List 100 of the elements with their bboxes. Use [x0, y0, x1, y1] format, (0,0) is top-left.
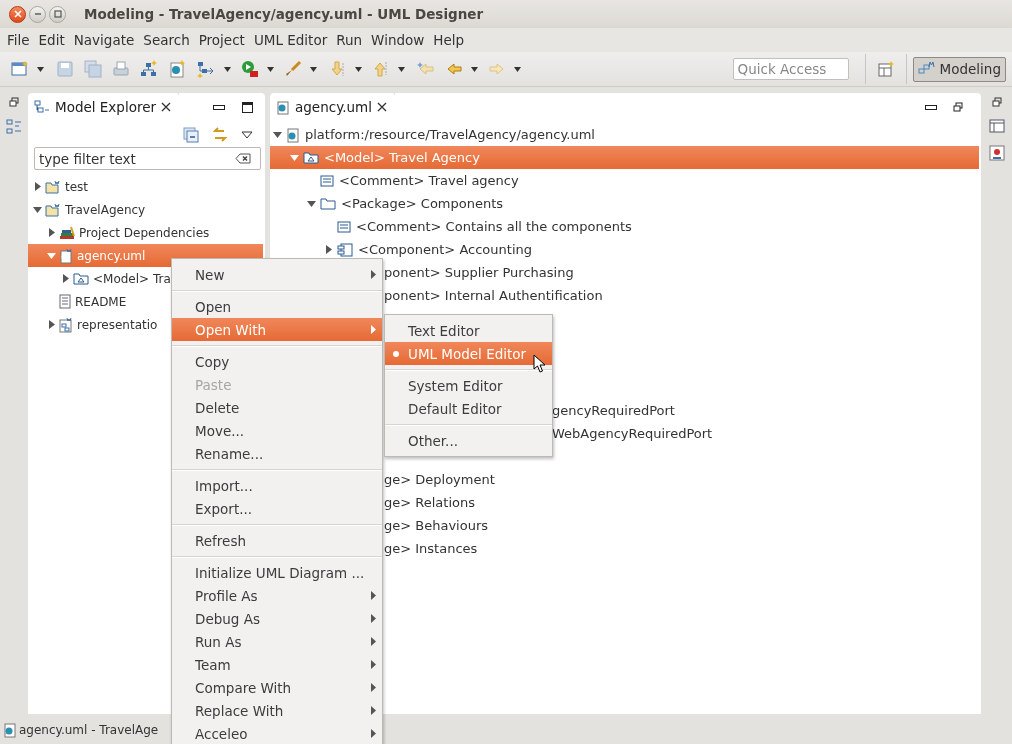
- tree-item[interactable]: test: [28, 175, 263, 198]
- caret-icon[interactable]: [514, 66, 521, 72]
- menu-item[interactable]: Replace With: [172, 699, 382, 722]
- filter-field[interactable]: type filter text: [34, 147, 261, 170]
- expanded-icon[interactable]: [33, 205, 42, 214]
- minimize-icon[interactable]: [925, 104, 937, 110]
- expanded-icon[interactable]: [273, 130, 282, 139]
- tree-item[interactable]: <Package> Components: [270, 192, 979, 215]
- restore-icon[interactable]: [991, 97, 1002, 107]
- close-icon: [12, 9, 23, 19]
- menu-item[interactable]: Run As: [172, 630, 382, 653]
- editor-tab[interactable]: agency.uml: [270, 93, 395, 121]
- menu-item[interactable]: Import...: [172, 474, 382, 497]
- expanded-icon[interactable]: [307, 199, 316, 208]
- model-icon: [73, 272, 89, 285]
- collapse-all-icon[interactable]: [183, 127, 199, 143]
- model-icon: [303, 151, 319, 164]
- collapsed-icon[interactable]: [61, 274, 70, 283]
- run-icon[interactable]: [241, 60, 259, 78]
- tree-item[interactable]: <Comment> Contains all the components: [270, 215, 979, 238]
- maximize-icon[interactable]: [242, 101, 253, 113]
- menu-item[interactable]: UML Editor: [250, 30, 331, 50]
- collapsed-icon[interactable]: [33, 182, 42, 191]
- project-folder-icon: [45, 179, 61, 194]
- hierarchy-icon: [34, 100, 50, 114]
- close-button[interactable]: [9, 5, 26, 23]
- menu-item[interactable]: Compare With: [172, 676, 382, 699]
- minimize-button[interactable]: [29, 5, 46, 23]
- tree-item[interactable]: <Component> Accounting: [270, 238, 979, 261]
- close-icon[interactable]: [161, 102, 172, 112]
- diagram-icon[interactable]: [196, 60, 214, 78]
- menu-item[interactable]: Rename...: [172, 442, 382, 465]
- collapsed-icon[interactable]: [324, 245, 333, 254]
- collapsed-icon[interactable]: [47, 320, 56, 329]
- tree-item[interactable]: platform:/resource/TravelAgency/agency.uml: [270, 123, 979, 146]
- component-icon: [337, 242, 353, 257]
- new-wizard-icon[interactable]: [11, 60, 29, 78]
- caret-icon[interactable]: [310, 66, 317, 72]
- text-file-icon: [59, 294, 71, 309]
- menu-item[interactable]: Export...: [172, 497, 382, 520]
- perspective-button[interactable]: Modeling: [912, 56, 1006, 82]
- menu-item[interactable]: Edit: [35, 30, 68, 50]
- open-perspective-icon[interactable]: [876, 60, 895, 78]
- tree-item[interactable]: TravelAgency: [28, 198, 263, 221]
- menu-item[interactable]: Initialize UML Diagram ...: [172, 561, 382, 584]
- menu-item[interactable]: Profile As: [172, 584, 382, 607]
- maximize-icon: [52, 9, 63, 19]
- window-title: Modeling - TravelAgency/agency.uml - UML Designer: [83, 6, 484, 22]
- caret-icon[interactable]: [355, 66, 362, 72]
- menu-item[interactable]: Open: [172, 295, 382, 318]
- uml-file-icon: [3, 722, 17, 738]
- close-icon[interactable]: [376, 102, 387, 112]
- menu-item[interactable]: Acceleo: [172, 722, 382, 744]
- comment-icon: [320, 174, 334, 187]
- menu-item[interactable]: System Editor: [385, 374, 552, 397]
- menu-item[interactable]: Navigate: [70, 30, 138, 50]
- books-icon: [59, 225, 75, 240]
- restore-icon[interactable]: [953, 102, 963, 112]
- outline-icon[interactable]: [988, 119, 1005, 133]
- menu-item[interactable]: Delete: [172, 396, 382, 419]
- menu-item[interactable]: Other...: [385, 429, 552, 452]
- menu-item[interactable]: Text Editor: [385, 319, 552, 342]
- status-text: agency.uml - TravelAge: [19, 723, 159, 737]
- diagram-file-icon: [59, 316, 73, 333]
- model-explorer-tab[interactable]: Model Explorer: [28, 93, 180, 121]
- comment-icon: [337, 220, 351, 233]
- uml-file-icon: [286, 126, 300, 143]
- perspective-icon: [917, 61, 936, 77]
- caret-icon[interactable]: [398, 66, 405, 72]
- caret-icon[interactable]: [224, 66, 231, 72]
- minimize-icon[interactable]: [213, 104, 225, 110]
- view-menu-icon[interactable]: [241, 131, 253, 139]
- restore-icon[interactable]: [9, 97, 19, 107]
- menu-item[interactable]: Move...: [172, 419, 382, 442]
- menu-item[interactable]: Default Editor: [385, 397, 552, 420]
- menu-item[interactable]: Copy: [172, 350, 382, 373]
- caret-icon[interactable]: [471, 66, 478, 72]
- uml-file-icon[interactable]: [168, 60, 186, 78]
- menu-item[interactable]: Search: [140, 30, 193, 50]
- tree-item[interactable]: Project Dependencies: [28, 221, 263, 244]
- caret-icon[interactable]: [267, 66, 274, 72]
- menu-item[interactable]: Refresh: [172, 529, 382, 552]
- caret-icon[interactable]: [37, 66, 44, 72]
- menu-item[interactable]: Help: [430, 30, 468, 50]
- menu-item[interactable]: Debug As: [172, 607, 382, 630]
- menu-item[interactable]: Project: [195, 30, 248, 50]
- menu-item[interactable]: Run: [333, 30, 366, 50]
- uml-file-icon: [276, 99, 290, 115]
- hierarchy-icon[interactable]: [140, 60, 158, 78]
- collapsed-icon[interactable]: [47, 228, 56, 237]
- menu-item[interactable]: File: [4, 30, 33, 50]
- model-explorer-icon[interactable]: [6, 119, 22, 135]
- properties-icon[interactable]: [988, 145, 1005, 161]
- menu-item[interactable]: Window: [368, 30, 428, 50]
- clear-icon[interactable]: [235, 153, 251, 164]
- folder-icon: [320, 197, 336, 210]
- menu-item[interactable]: Team: [172, 653, 382, 676]
- quick-access-field[interactable]: Quick Access: [732, 58, 849, 80]
- tree-item[interactable]: <Comment> Travel agency: [270, 169, 979, 192]
- maximize-button[interactable]: [49, 5, 66, 23]
